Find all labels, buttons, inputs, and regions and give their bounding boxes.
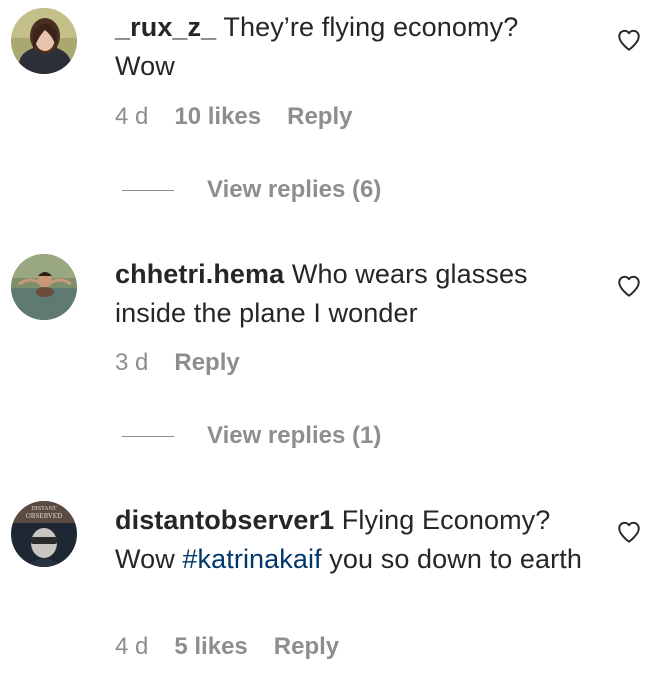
reply-button[interactable]: Reply: [174, 349, 239, 377]
avatar[interactable]: [11, 254, 77, 320]
comment-time: 3 d: [115, 349, 149, 376]
username-link[interactable]: chhetri.hema: [115, 259, 284, 289]
view-replies-label: View replies (6): [207, 176, 382, 203]
view-replies-button[interactable]: View replies (1): [122, 421, 381, 451]
comment-meta: 4 d 5 likes Reply: [115, 632, 339, 662]
heart-outline-icon[interactable]: [616, 273, 642, 299]
view-replies-label: View replies (1): [207, 422, 382, 449]
comment-time: 4 d: [115, 103, 149, 130]
comment-text: _rux_z_ They’re flying economy? Wow: [115, 8, 585, 86]
heart-outline-icon[interactable]: [616, 519, 642, 545]
username-link[interactable]: _rux_z_: [115, 12, 216, 42]
comment-time: 4 d: [115, 633, 149, 660]
reply-button[interactable]: Reply: [287, 103, 352, 131]
hashtag-link[interactable]: #katrinakaif: [182, 544, 321, 574]
reply-button[interactable]: Reply: [274, 633, 339, 661]
comment-body-end: you so down to earth: [321, 544, 582, 574]
profile-photo-icon: [11, 254, 77, 320]
profile-photo-icon: [11, 8, 77, 74]
comment-text: chhetri.hema Who wears glasses inside th…: [115, 255, 585, 333]
view-replies-button[interactable]: View replies (6): [122, 175, 381, 205]
profile-photo-icon: DISTANT OBSERVED: [11, 501, 77, 567]
svg-text:OBSERVED: OBSERVED: [26, 512, 62, 520]
divider-line: [122, 435, 174, 437]
divider-line: [122, 189, 174, 191]
heart-outline-icon[interactable]: [616, 27, 642, 53]
comment-meta: 4 d 10 likes Reply: [115, 102, 352, 132]
likes-count[interactable]: 10 likes: [174, 103, 261, 131]
comment-text: distantobserver1 Flying Economy? Wow #ka…: [115, 501, 585, 579]
avatar[interactable]: DISTANT OBSERVED: [11, 501, 77, 567]
comment-meta: 3 d Reply: [115, 348, 240, 378]
avatar[interactable]: [11, 8, 77, 74]
likes-count[interactable]: 5 likes: [174, 633, 247, 661]
username-link[interactable]: distantobserver1: [115, 505, 334, 535]
